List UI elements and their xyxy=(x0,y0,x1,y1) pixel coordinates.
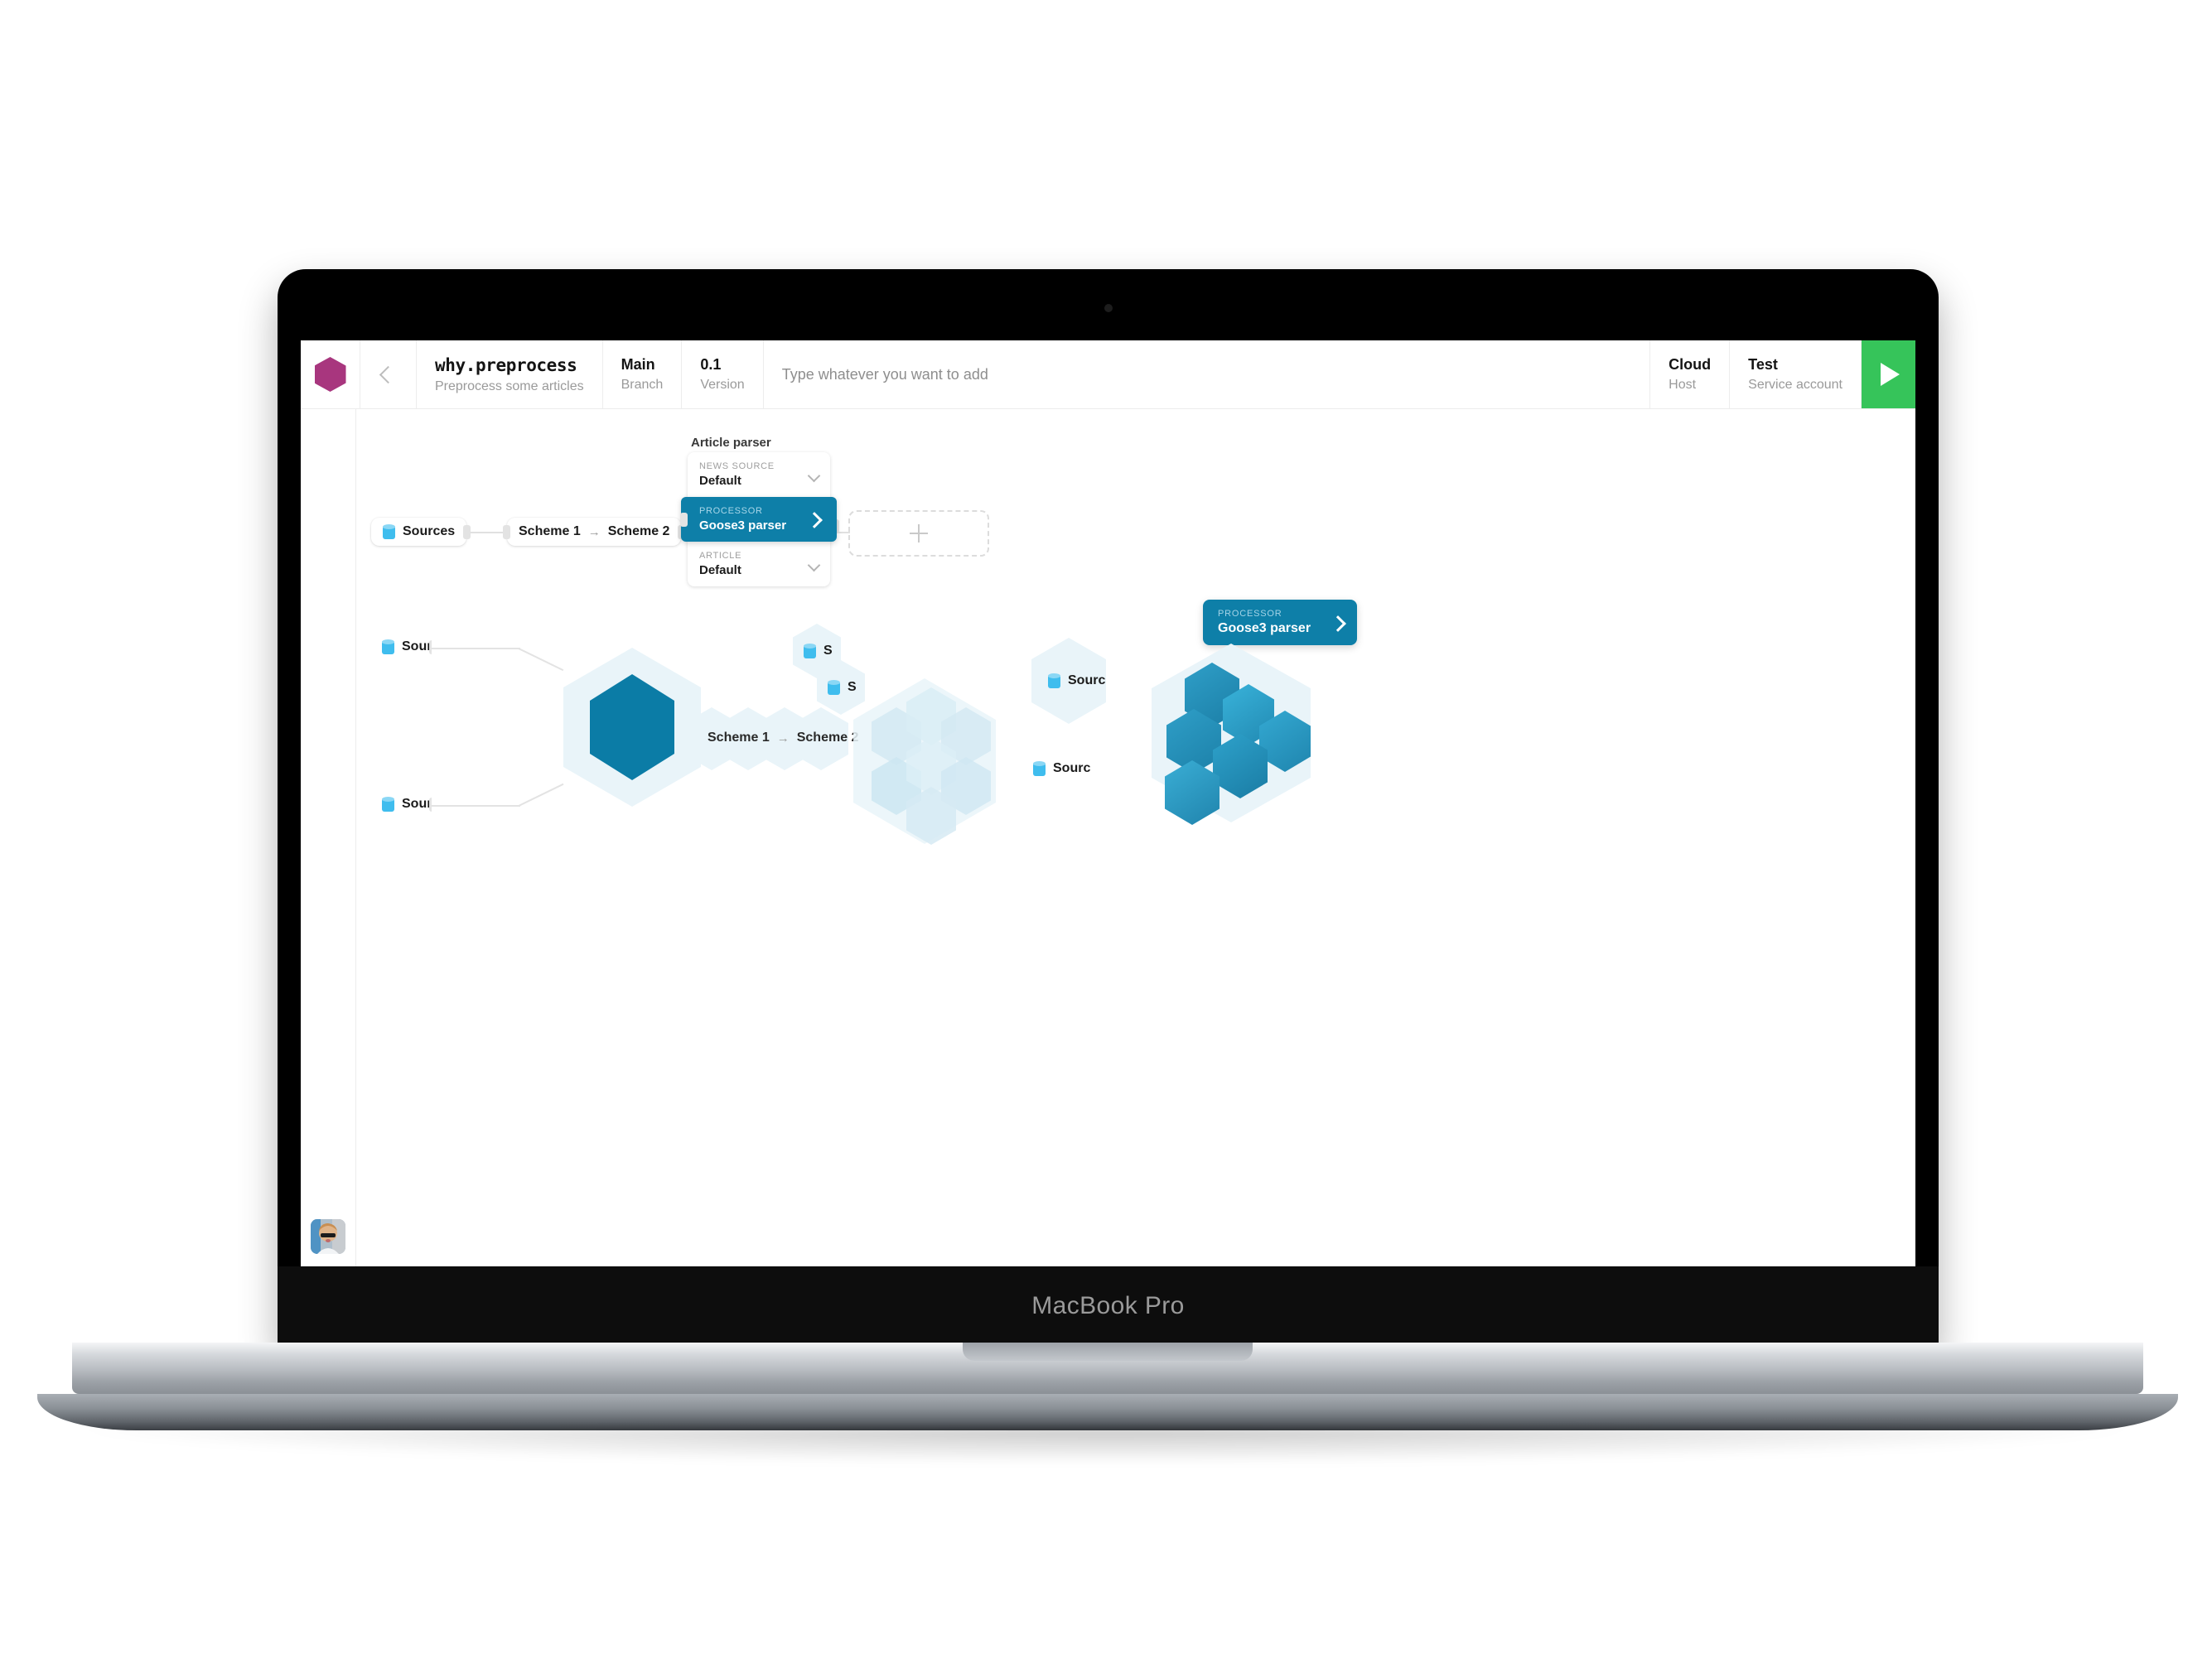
laptop-base-lip xyxy=(37,1394,2178,1430)
field-key: ARTICLE xyxy=(699,551,742,561)
database-icon xyxy=(1048,673,1060,688)
label-text: S xyxy=(823,644,833,658)
field-news-source[interactable]: NEWS SOURCE Default xyxy=(688,452,830,497)
scheme-to-label: Scheme 2 xyxy=(607,524,670,538)
omnibar-placeholder: Type whatever you want to add xyxy=(781,365,988,383)
node-sources[interactable]: Sources xyxy=(371,518,471,546)
arrow-icon: → xyxy=(776,731,790,745)
illus-mid-scheme-label: Scheme 1 → Scheme 2 xyxy=(708,731,858,745)
page-title: why.preprocess xyxy=(435,354,577,375)
version-value: 0.1 xyxy=(700,356,722,373)
database-icon xyxy=(804,644,816,658)
host-label: Host xyxy=(1669,378,1697,392)
branch-value: Main xyxy=(621,356,655,373)
label-text: Sources xyxy=(1068,673,1121,687)
laptop-base xyxy=(72,1343,2143,1394)
illus-right-node-sources[interactable]: Sources xyxy=(1031,638,1106,724)
parser-group-label: Article parser xyxy=(691,436,771,450)
add-node-button[interactable] xyxy=(848,510,989,557)
field-processor[interactable]: PROCESSOR Goose3 parser xyxy=(680,497,837,542)
app-body: Sources Scheme 1 → Scheme 2 Article pars… xyxy=(301,409,1915,1266)
field-value: Default xyxy=(699,563,741,577)
conn-s1-a xyxy=(431,648,520,649)
device-model-label: MacBook Pro xyxy=(1031,1292,1185,1319)
label-text: S xyxy=(848,680,857,694)
screen-content: why.preprocess Preprocess some articles … xyxy=(301,340,1915,1266)
account-value: Test xyxy=(1748,356,1778,373)
node-label: Source 2 xyxy=(364,797,432,812)
run-button[interactable] xyxy=(1862,340,1915,408)
version-label: Version xyxy=(700,378,745,392)
app-logo-button[interactable] xyxy=(301,340,360,408)
badge-label: S xyxy=(817,680,857,695)
app-header: why.preprocess Preprocess some articles … xyxy=(301,340,1915,409)
conn-s2-b xyxy=(518,783,564,807)
port-out[interactable] xyxy=(463,525,471,539)
page-subtitle: Preprocess some articles xyxy=(435,379,584,393)
label-text: Source 1 xyxy=(1053,761,1109,775)
scheme-from-label: Scheme 1 xyxy=(519,524,581,538)
port-in[interactable] xyxy=(503,525,510,539)
omnibar-input[interactable]: Type whatever you want to add xyxy=(764,340,1651,408)
badge-value: Goose3 parser xyxy=(1218,621,1311,635)
laptop-chin: MacBook Pro xyxy=(278,1266,1939,1346)
service-account-selector[interactable]: Test Service account xyxy=(1730,340,1862,408)
plus-icon xyxy=(910,524,928,542)
field-key: PROCESSOR xyxy=(699,506,763,516)
database-icon xyxy=(383,524,395,539)
illus-right-node-source-1[interactable]: Source 1 xyxy=(1017,726,1091,812)
back-button[interactable] xyxy=(360,340,417,408)
database-icon xyxy=(382,639,394,654)
account-label: Service account xyxy=(1748,378,1843,392)
field-article[interactable]: ARTICLE Default xyxy=(688,542,830,586)
badge-key: PROCESSOR xyxy=(1218,609,1282,619)
host-value: Cloud xyxy=(1669,356,1712,373)
laptop-lid: why.preprocess Preprocess some articles … xyxy=(278,269,1939,1346)
conn-s1-b xyxy=(518,648,564,671)
webcam-icon xyxy=(1104,304,1113,312)
left-sidebar xyxy=(301,409,356,1266)
illus-node-source-2[interactable]: Source 2 xyxy=(364,764,432,844)
illus-right-processor-badge[interactable]: PROCESSOR Goose3 parser xyxy=(1203,600,1357,645)
field-value: Goose3 parser xyxy=(699,518,787,533)
laptop-mockup: why.preprocess Preprocess some articles … xyxy=(37,269,2178,1463)
conn-s2-a xyxy=(431,805,520,807)
play-icon xyxy=(1881,363,1900,386)
laptop-shadow xyxy=(87,1427,2125,1463)
field-key: NEWS SOURCE xyxy=(699,461,775,471)
illus-node-source-1[interactable]: Source 1 xyxy=(364,607,432,687)
chevron-left-icon xyxy=(379,365,398,383)
card-article-parser[interactable]: NEWS SOURCE Default PROCESSOR Goose3 par… xyxy=(680,452,837,586)
host-selector[interactable]: Cloud Host xyxy=(1650,340,1731,408)
flow-canvas[interactable]: Sources Scheme 1 → Scheme 2 Article pars… xyxy=(356,409,1915,1266)
arrow-icon: → xyxy=(587,524,601,539)
node-label: Source 1 xyxy=(364,639,432,654)
scheme-from-label: Scheme 1 xyxy=(708,731,770,745)
project-title-block[interactable]: why.preprocess Preprocess some articles xyxy=(417,340,603,408)
scheme-to-label: Scheme 2 xyxy=(796,731,859,745)
branch-label: Branch xyxy=(621,378,664,392)
field-value: Default xyxy=(699,474,741,488)
database-icon xyxy=(1033,761,1046,776)
node-sources-label: Sources xyxy=(403,524,456,538)
node-scheme-mapping[interactable]: Scheme 1 → Scheme 2 xyxy=(503,518,686,546)
node-label: Sources xyxy=(1031,673,1121,688)
badge-label: S xyxy=(793,644,833,658)
avatar-image xyxy=(311,1219,345,1254)
node-label: Source 1 xyxy=(1017,761,1109,776)
database-icon xyxy=(382,797,394,812)
hexagon-logo-icon xyxy=(314,357,346,392)
branch-selector[interactable]: Main Branch xyxy=(603,340,683,408)
port-in[interactable] xyxy=(680,513,688,527)
database-icon xyxy=(828,680,840,695)
user-avatar[interactable] xyxy=(311,1219,345,1254)
version-selector[interactable]: 0.1 Version xyxy=(682,340,764,408)
